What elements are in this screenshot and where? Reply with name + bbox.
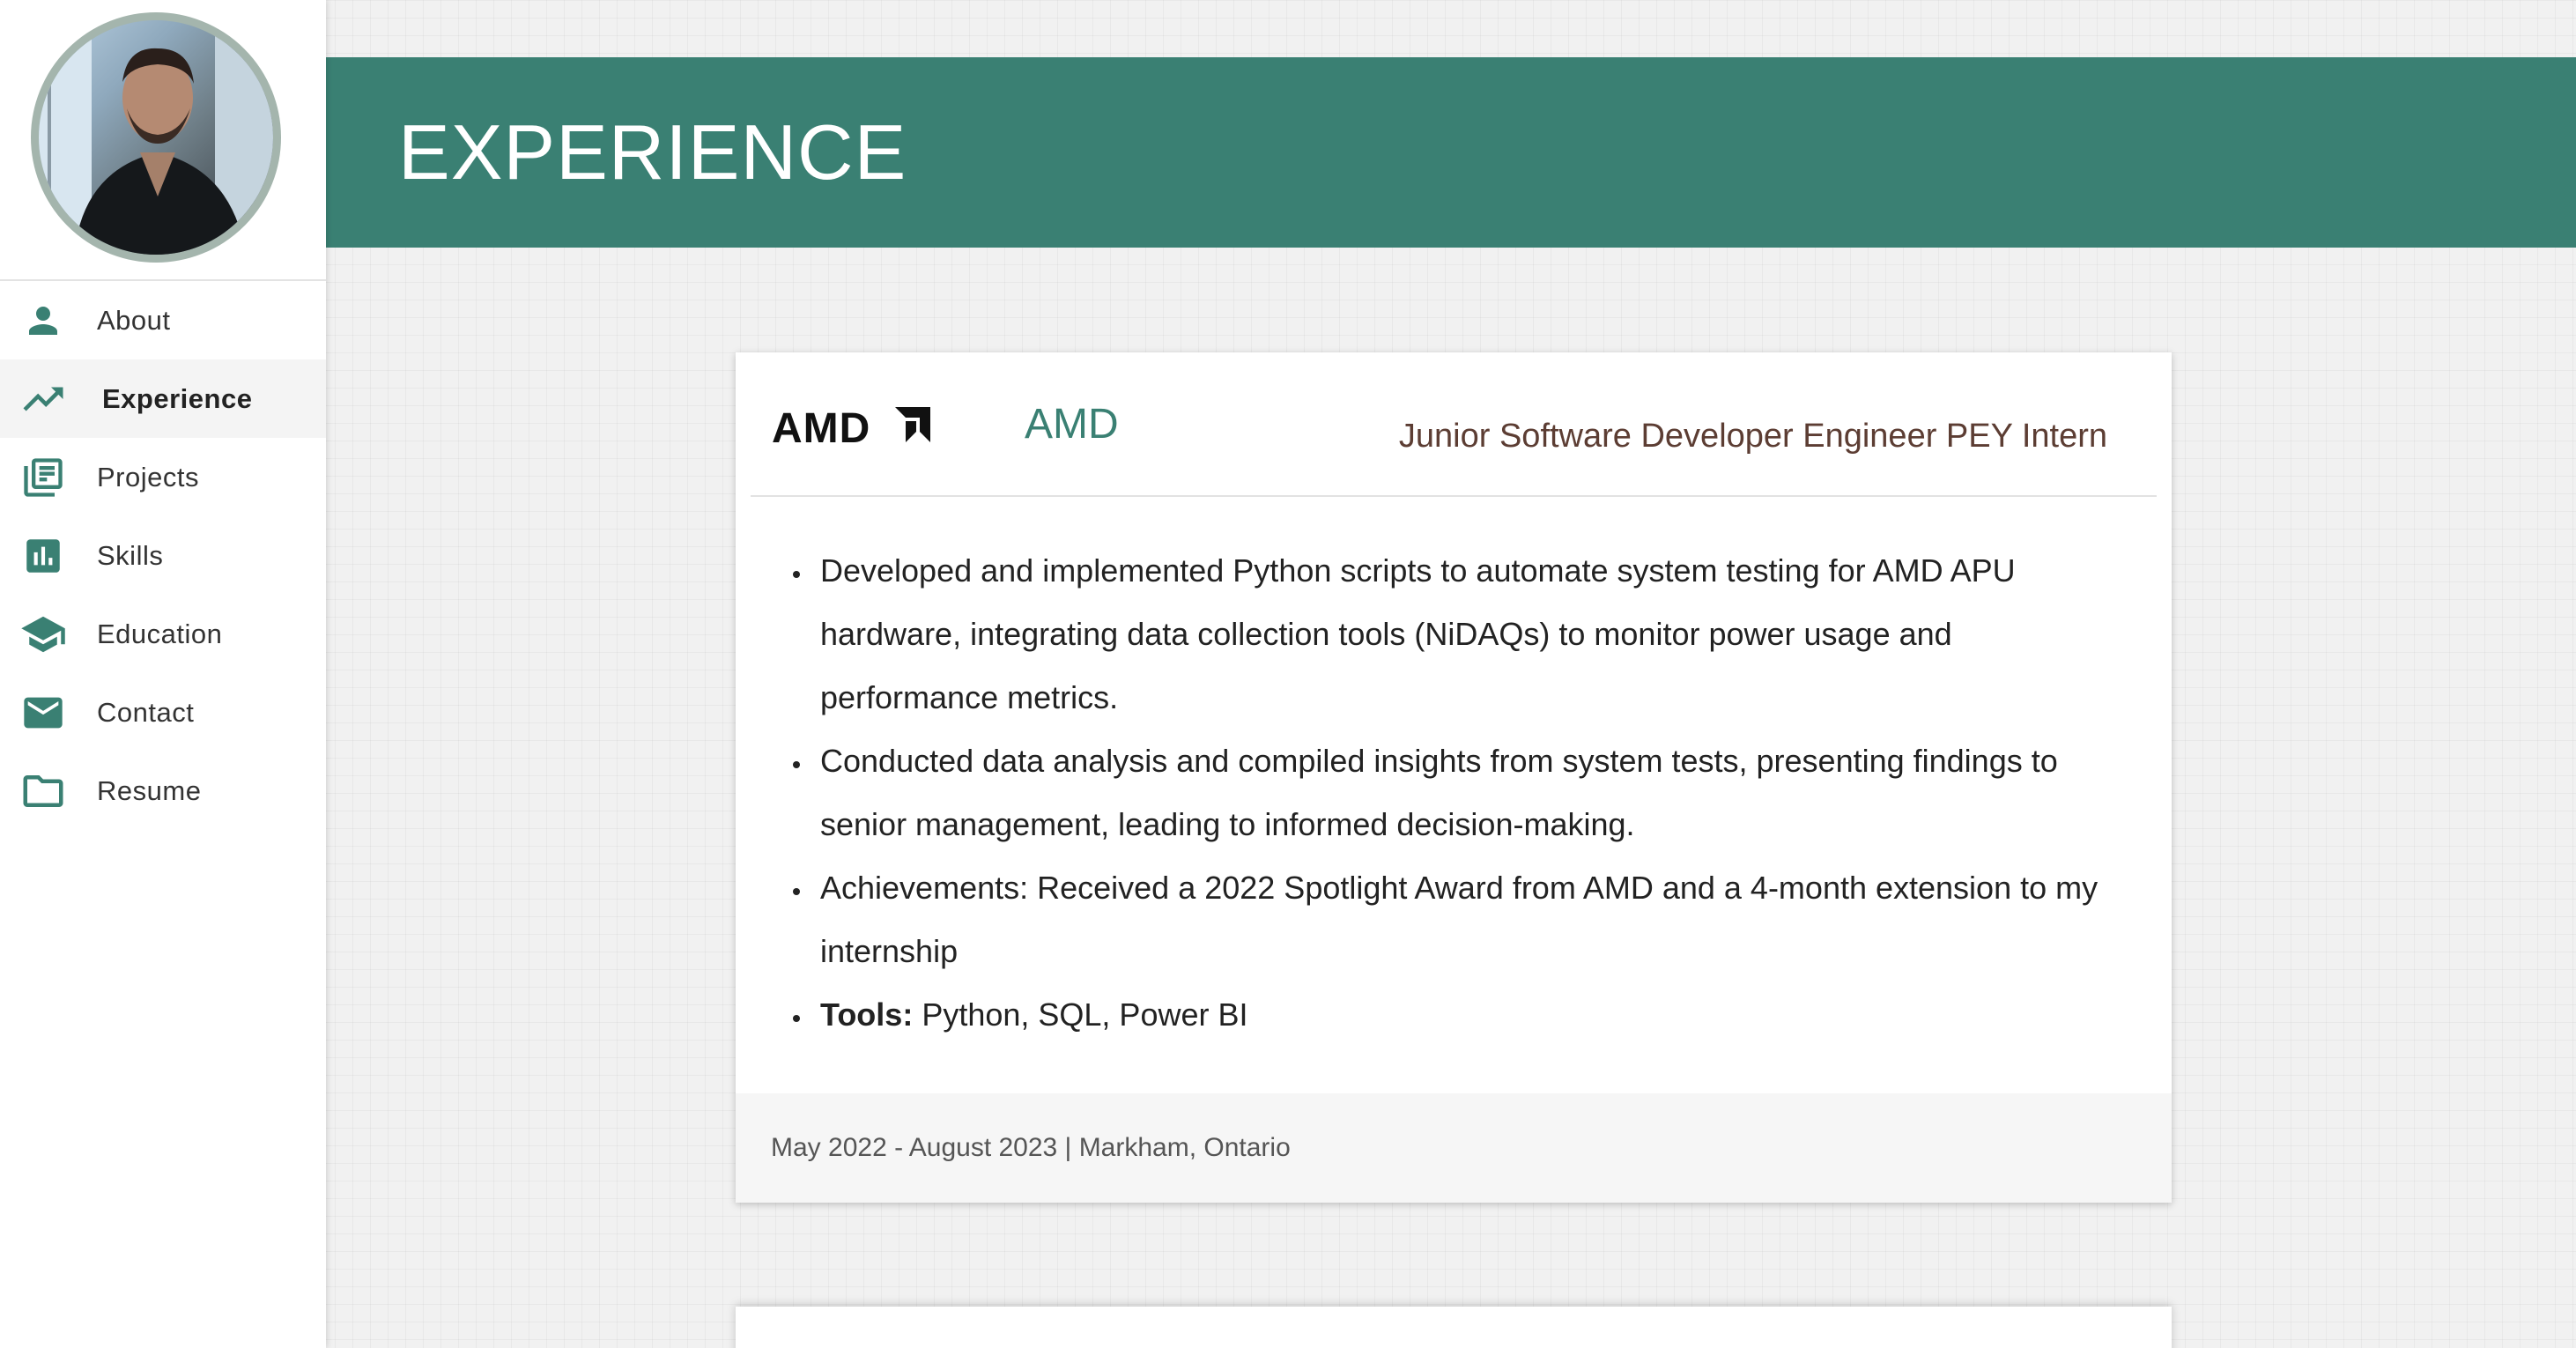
sidebar-item-education[interactable]: Education xyxy=(0,595,326,673)
sidebar-item-contact[interactable]: Contact xyxy=(0,673,326,752)
tools-label: Tools: xyxy=(820,996,914,1033)
tools-item: Tools: Python, SQL, Power BI xyxy=(813,983,2136,1047)
card-header: AMD AMD Junior Software Developer Engine… xyxy=(751,352,2157,497)
date-location: May 2022 - August 2023 | Markham, Ontari… xyxy=(771,1133,1291,1162)
bar-chart-icon xyxy=(19,532,67,580)
job-title: Junior Software Developer Engineer PEY I… xyxy=(1398,418,2107,455)
avatar xyxy=(31,12,281,263)
sidebar-item-about[interactable]: About xyxy=(0,281,326,359)
experience-bullets: Developed and implemented Python scripts… xyxy=(736,497,2172,1047)
sidebar-item-label: Education xyxy=(97,618,223,649)
company-name: AMD xyxy=(1025,401,1119,448)
sidebar: About Experience Projects Skills Educati… xyxy=(0,0,326,1348)
sidebar-item-label: About xyxy=(97,304,171,336)
sidebar-item-label: Skills xyxy=(97,539,164,571)
sidebar-item-label: Experience xyxy=(102,382,253,414)
card-footer: May 2022 - August 2023 | Markham, Ontari… xyxy=(736,1093,2172,1203)
folder-icon xyxy=(19,767,67,815)
sidebar-item-label: Contact xyxy=(97,696,195,728)
sidebar-item-label: Resume xyxy=(97,774,202,806)
sidebar-item-resume[interactable]: Resume xyxy=(0,752,326,830)
sidebar-item-experience[interactable]: Experience xyxy=(0,359,326,438)
sidebar-item-skills[interactable]: Skills xyxy=(0,516,326,595)
tools-value: Python, SQL, Power BI xyxy=(913,996,1248,1033)
logo-text: AMD xyxy=(772,407,870,446)
next-experience-card xyxy=(736,1307,2172,1348)
person-icon xyxy=(19,297,67,344)
sidebar-item-projects[interactable]: Projects xyxy=(0,438,326,516)
experience-card: AMD AMD Junior Software Developer Engine… xyxy=(736,352,2172,1203)
bullet-item: Conducted data analysis and compiled ins… xyxy=(813,730,2136,856)
page-title: EXPERIENCE xyxy=(398,108,907,196)
company-logo: AMD xyxy=(772,405,934,452)
section-header: EXPERIENCE xyxy=(326,57,2576,248)
bullet-item: Developed and implemented Python scripts… xyxy=(813,539,2136,730)
sidebar-item-label: Projects xyxy=(97,461,199,493)
school-icon xyxy=(19,611,67,658)
bullet-item: Achievements: Received a 2022 Spotlight … xyxy=(813,856,2136,983)
avatar-section xyxy=(0,0,326,281)
library-books-icon xyxy=(19,454,67,501)
trending-up-icon xyxy=(19,375,67,423)
sidebar-nav: About Experience Projects Skills Educati… xyxy=(0,281,326,830)
mail-icon xyxy=(19,689,67,737)
